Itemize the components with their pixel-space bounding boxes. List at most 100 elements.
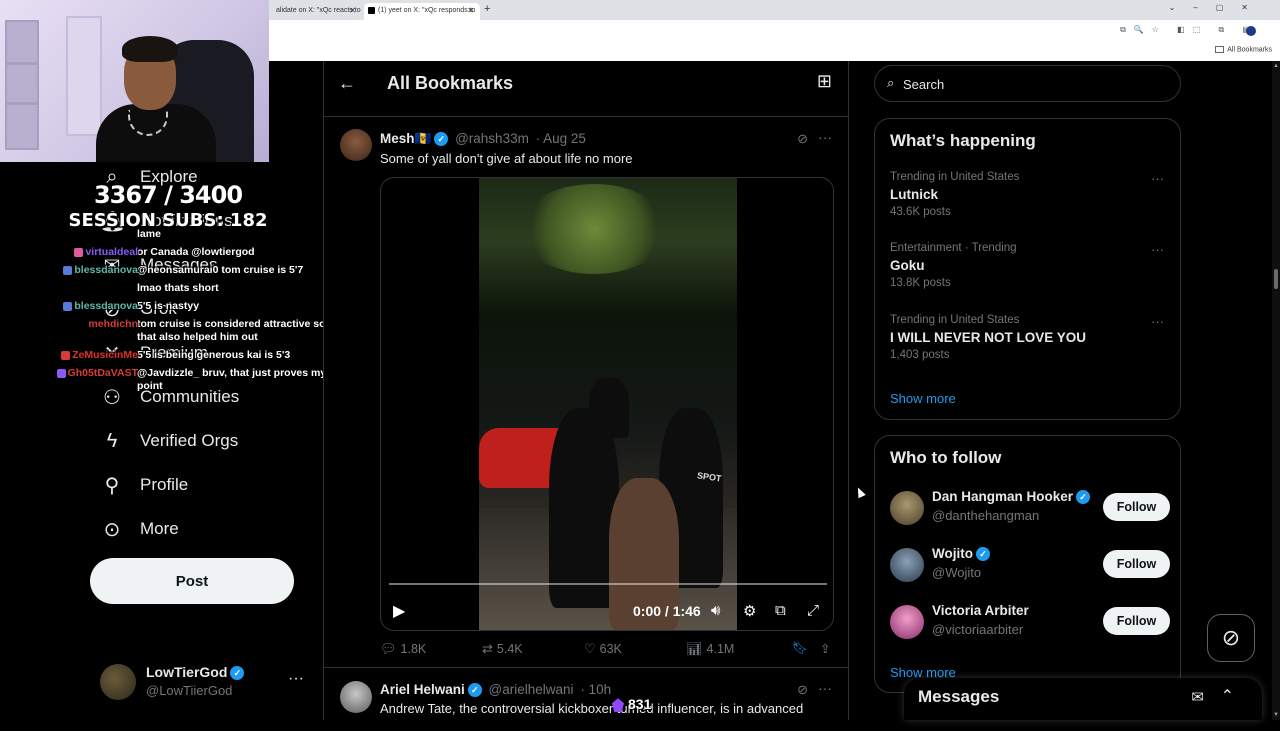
fullscreen-icon[interactable]: ⤢ bbox=[807, 602, 819, 619]
follow-suggestion[interactable]: Victoria Arbiter @victoriaarbiter Follow bbox=[890, 603, 1170, 643]
messages-drawer[interactable]: Messages ✉ ⌃ bbox=[904, 678, 1262, 720]
grok-floating-button[interactable]: ⊘ bbox=[1207, 614, 1255, 662]
search-input[interactable] bbox=[903, 74, 1163, 94]
reply-button[interactable]: 💬︎ 1.8K bbox=[380, 641, 426, 657]
trend-count: 13.8K posts bbox=[890, 277, 951, 289]
follow-name: Victoria Arbiter bbox=[932, 603, 1029, 618]
bookmark-add-folder-icon[interactable]: ⊞ bbox=[817, 71, 832, 92]
sidebar-item-profile[interactable]: ⚲ Profile bbox=[100, 471, 189, 499]
account-switcher[interactable]: LowTierGod ✓ @LowTiierGod ··· bbox=[100, 662, 310, 702]
repost-button[interactable]: ⇄ 5.4K bbox=[482, 641, 523, 657]
expand-chevron-icon[interactable]: ⌃ bbox=[1221, 686, 1234, 706]
tab-close-icon[interactable]: ✕ bbox=[349, 6, 356, 15]
search-icon: ⌕ bbox=[887, 75, 895, 90]
lightning-icon: ϟ bbox=[106, 429, 118, 452]
browser-tab-active[interactable]: (1) yeet on X: "xQc responds to ✕ bbox=[364, 3, 480, 20]
chat-text: lame bbox=[137, 228, 161, 240]
chat-badge-icon bbox=[74, 247, 84, 257]
video-progress-bar[interactable] bbox=[389, 583, 827, 585]
page-scrollbar[interactable]: ▲ ▼ bbox=[1272, 61, 1280, 720]
follow-suggestion[interactable]: Wojito ✓ @Wojito Follow bbox=[890, 546, 1170, 586]
tree-foliage bbox=[519, 184, 669, 274]
bits-overlay: 831 bbox=[612, 696, 651, 713]
chat-badge-icon bbox=[63, 301, 73, 311]
follow-suggestion[interactable]: Dan Hangman Hooker ✓ @danthehangman Follo… bbox=[890, 489, 1170, 529]
more-icon[interactable]: ··· bbox=[1151, 314, 1164, 329]
tweet[interactable]: Ariel Helwani ✓ @arielhelwani · 10h ⊘ ···… bbox=[324, 673, 848, 721]
views-button[interactable]: 📊︎ 4.1M bbox=[686, 641, 734, 657]
sidebar-item-more[interactable]: ⊙ More bbox=[100, 515, 179, 543]
follow-handle: @Wojito bbox=[932, 565, 982, 580]
trend-item[interactable]: Trending in United States I WILL NEVER N… bbox=[890, 314, 1170, 361]
grok-explain-icon[interactable]: ⊘ bbox=[797, 682, 808, 698]
bookmarks-folder[interactable]: All Bookmarks bbox=[1215, 46, 1272, 53]
new-tab-icon[interactable]: + bbox=[484, 3, 490, 15]
window-controls[interactable]: ⌄–▢✕ bbox=[1169, 3, 1266, 12]
picture-in-picture-icon[interactable]: ⧉ bbox=[775, 602, 786, 619]
chat-text: lmao thats short bbox=[137, 282, 219, 294]
sidebar-item-label: More bbox=[140, 519, 179, 538]
grok-icon: ⊘ bbox=[1221, 625, 1241, 650]
bookmark-icon[interactable]: 🔖︎ bbox=[792, 641, 808, 656]
tab-close-icon[interactable]: ✕ bbox=[467, 6, 474, 15]
avatar[interactable] bbox=[890, 491, 924, 525]
trend-item[interactable]: Entertainment · Trending Goku 13.8K post… bbox=[890, 242, 1170, 289]
scroll-thumb[interactable] bbox=[1274, 269, 1278, 289]
tweet-actions: 💬︎ 1.8K ⇄ 5.4K ♡ 63K 📊︎ 4.1M 🔖︎ ⇪ bbox=[380, 641, 836, 659]
scroll-up-icon[interactable]: ▲ bbox=[1272, 63, 1280, 69]
trend-name: I WILL NEVER NOT LOVE YOU bbox=[890, 330, 1087, 345]
verified-badge-icon: ✓ bbox=[1076, 490, 1091, 505]
stream-chat: lame virtualdeal or Canada @lowtiergod b… bbox=[24, 228, 334, 398]
like-button[interactable]: ♡ 63K bbox=[584, 641, 622, 657]
more-icon[interactable]: ··· bbox=[1151, 171, 1164, 186]
video-player[interactable]: SPOT ▶ 0:00 / 1:46 🔊︎ ⚙ ⧉ ⤢ bbox=[380, 177, 834, 631]
bits-icon bbox=[612, 698, 624, 713]
tweet[interactable]: Mesh🇧🇧 ✓ @rahsh33m · Aug 25 ⊘ ··· Some of… bbox=[324, 121, 848, 731]
more-icon[interactable]: ··· bbox=[288, 670, 304, 688]
trend-item[interactable]: Trending in United States Lutnick 43.6K … bbox=[890, 171, 1170, 218]
grok-explain-icon[interactable]: ⊘ bbox=[797, 131, 808, 147]
post-button[interactable]: Post bbox=[90, 558, 294, 604]
messages-title: Messages bbox=[918, 687, 1000, 706]
profile-avatar-icon[interactable] bbox=[1246, 26, 1256, 36]
more-icon[interactable]: ··· bbox=[818, 129, 832, 145]
avatar[interactable] bbox=[890, 605, 924, 639]
browser-tab[interactable]: alidate on X: "xQc reacts to ✕ bbox=[262, 3, 362, 20]
tweet-time[interactable]: · 10h bbox=[580, 682, 611, 697]
avatar[interactable] bbox=[340, 681, 372, 713]
sidebar-item-verified-orgs[interactable]: ϟ Verified Orgs bbox=[100, 427, 239, 455]
scroll-down-icon[interactable]: ▼ bbox=[1272, 712, 1280, 718]
show-more-link[interactable]: Show more bbox=[890, 391, 956, 406]
browser-toolbar-icons[interactable]: ⧉🔍☆ ◧⬚ ⧉ ▤ bbox=[1120, 25, 1258, 35]
repost-icon: ⇄ bbox=[482, 641, 493, 656]
search-box[interactable]: ⌕ bbox=[874, 65, 1181, 102]
follow-button[interactable]: Follow bbox=[1103, 493, 1170, 521]
avatar[interactable] bbox=[890, 548, 924, 582]
volume-icon[interactable]: 🔊︎ bbox=[711, 602, 720, 619]
new-message-icon[interactable]: ✉ bbox=[1191, 688, 1204, 706]
chat-message: Gh05tDaVAST @Javdizzle_ bruv, that just … bbox=[24, 367, 334, 393]
chat-username: mehdichn bbox=[88, 318, 138, 330]
trends-panel: What’s happening Trending in United Stat… bbox=[874, 118, 1181, 420]
follow-name: Dan Hangman Hooker ✓ bbox=[932, 489, 1091, 505]
tweet-author-handle[interactable]: @rahsh33m bbox=[455, 131, 529, 146]
follow-button[interactable]: Follow bbox=[1103, 607, 1170, 635]
tweet-author-name[interactable]: Mesh🇧🇧 bbox=[380, 131, 431, 146]
settings-gear-icon[interactable]: ⚙ bbox=[743, 602, 756, 620]
more-icon[interactable]: ··· bbox=[1151, 242, 1164, 257]
trend-meta: Trending in United States bbox=[890, 171, 1020, 183]
back-arrow-icon[interactable]: ← bbox=[338, 73, 356, 94]
x-favicon-icon bbox=[368, 7, 375, 14]
play-icon[interactable]: ▶ bbox=[393, 601, 405, 621]
share-icon[interactable]: ⇪ bbox=[820, 641, 830, 656]
avatar[interactable] bbox=[340, 129, 372, 161]
tweet-author-name[interactable]: Ariel Helwani bbox=[380, 682, 465, 697]
account-handle: @LowTiierGod bbox=[146, 683, 233, 698]
tweet-author-handle[interactable]: @arielhelwani bbox=[489, 682, 574, 697]
tweet-time[interactable]: · Aug 25 bbox=[536, 131, 586, 146]
more-icon[interactable]: ··· bbox=[818, 680, 832, 696]
verified-badge-icon: ✓ bbox=[230, 666, 245, 681]
follow-button[interactable]: Follow bbox=[1103, 550, 1170, 578]
trend-count: 43.6K posts bbox=[890, 206, 951, 218]
chat-username: blessdanova bbox=[63, 300, 138, 313]
